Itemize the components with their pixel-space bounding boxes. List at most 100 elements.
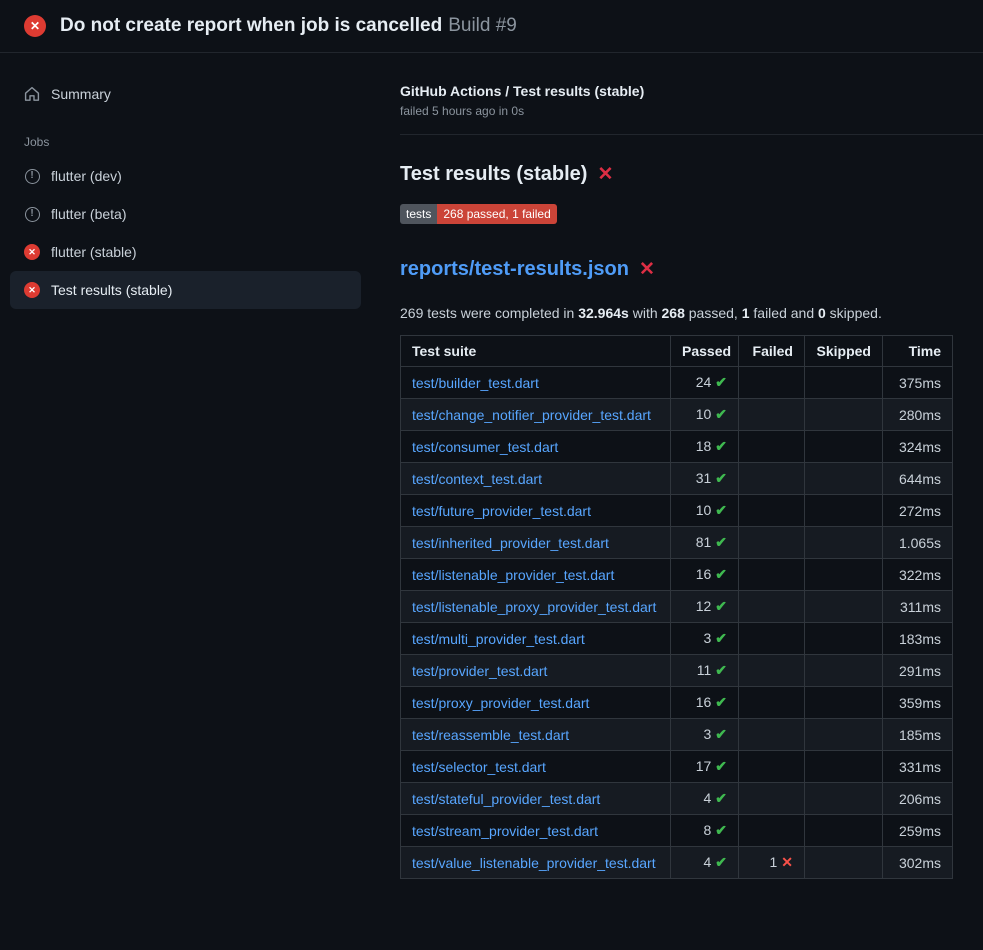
failed-cell [739, 495, 805, 527]
suite-link[interactable]: test/stateful_provider_test.dart [412, 791, 600, 807]
test-table-body: test/builder_test.dart 24✔ 375ms test/ch… [401, 367, 953, 879]
pass-check-icon: ✔ [715, 566, 727, 582]
summary-text: failed and [750, 305, 819, 321]
time-cell: 272ms [883, 495, 953, 527]
time-cell: 359ms [883, 687, 953, 719]
sidebar-item-test-results-stable[interactable]: ✕ Test results (stable) [10, 271, 361, 309]
suite-link[interactable]: test/future_provider_test.dart [412, 503, 591, 519]
skipped-cell [805, 655, 883, 687]
failed-cell [739, 687, 805, 719]
check-run-title-text: Test results (stable) [400, 163, 587, 186]
pass-check-icon: ✔ [715, 822, 727, 838]
table-row: test/context_test.dart 31✔ 644ms [401, 463, 953, 495]
failed-cell [739, 463, 805, 495]
suite-link[interactable]: test/listenable_provider_test.dart [412, 567, 614, 583]
col-header-failed: Failed [739, 336, 805, 367]
suite-cell: test/context_test.dart [401, 463, 671, 495]
failed-cell [739, 655, 805, 687]
suite-link[interactable]: test/listenable_proxy_provider_test.dart [412, 599, 656, 615]
sidebar-item-summary[interactable]: Summary [10, 75, 361, 113]
suite-link[interactable]: test/inherited_provider_test.dart [412, 535, 609, 551]
table-row: test/future_provider_test.dart 10✔ 272ms [401, 495, 953, 527]
test-results-table: Test suite Passed Failed Skipped Time te… [400, 335, 953, 879]
skipped-cell [805, 719, 883, 751]
skipped-cell [805, 623, 883, 655]
pass-check-icon: ✔ [715, 534, 727, 550]
suite-link[interactable]: test/selector_test.dart [412, 759, 546, 775]
failed-cell [739, 719, 805, 751]
summary-text: skipped. [826, 305, 882, 321]
table-row: test/listenable_proxy_provider_test.dart… [401, 591, 953, 623]
tests-badge: tests 268 passed, 1 failed [400, 204, 557, 224]
suite-cell: test/future_provider_test.dart [401, 495, 671, 527]
summary-passed-count: 268 [662, 305, 685, 321]
pass-check-icon: ✔ [715, 694, 727, 710]
fail-x-icon: ✕ [639, 260, 655, 279]
time-cell: 291ms [883, 655, 953, 687]
skipped-cell [805, 527, 883, 559]
suite-cell: test/provider_test.dart [401, 655, 671, 687]
skipped-cell [805, 431, 883, 463]
passed-cell: 4✔ [671, 847, 739, 879]
passed-cell: 31✔ [671, 463, 739, 495]
sidebar-item-flutter-dev[interactable]: ! flutter (dev) [10, 157, 361, 195]
table-row: test/listenable_provider_test.dart 16✔ 3… [401, 559, 953, 591]
sidebar-item-flutter-beta[interactable]: ! flutter (beta) [10, 195, 361, 233]
passed-cell: 3✔ [671, 719, 739, 751]
suite-link[interactable]: test/value_listenable_provider_test.dart [412, 855, 656, 871]
passed-cell: 18✔ [671, 431, 739, 463]
skipped-cell [805, 751, 883, 783]
failed-cell [739, 399, 805, 431]
table-row: test/reassemble_test.dart 3✔ 185ms [401, 719, 953, 751]
suite-link[interactable]: test/stream_provider_test.dart [412, 823, 598, 839]
suite-link[interactable]: test/reassemble_test.dart [412, 727, 569, 743]
breadcrumb: GitHub Actions / Test results (stable) [400, 83, 952, 99]
divider [400, 134, 983, 135]
table-header-row: Test suite Passed Failed Skipped Time [401, 336, 953, 367]
time-cell: 185ms [883, 719, 953, 751]
sidebar-item-flutter-stable[interactable]: ✕ flutter (stable) [10, 233, 361, 271]
suite-link[interactable]: test/builder_test.dart [412, 375, 539, 391]
suite-link[interactable]: test/proxy_provider_test.dart [412, 695, 589, 711]
count: 16 [696, 694, 712, 710]
skipped-cell [805, 815, 883, 847]
failed-cell [739, 431, 805, 463]
suite-link[interactable]: test/consumer_test.dart [412, 439, 558, 455]
page-title-wrap: Do not create report when job is cancell… [60, 15, 517, 37]
summary-text: with [629, 305, 662, 321]
table-row: test/multi_provider_test.dart 3✔ 183ms [401, 623, 953, 655]
summary-text: 269 tests were completed in [400, 305, 578, 321]
passed-cell: 24✔ [671, 367, 739, 399]
passed-cell: 12✔ [671, 591, 739, 623]
suite-link[interactable]: test/multi_provider_test.dart [412, 631, 585, 647]
pass-check-icon: ✔ [715, 630, 727, 646]
report-file-heading[interactable]: reports/test-results.json ✕ [400, 258, 952, 281]
sidebar-item-label: flutter (stable) [51, 244, 137, 260]
suite-cell: test/consumer_test.dart [401, 431, 671, 463]
table-row: test/stateful_provider_test.dart 4✔ 206m… [401, 783, 953, 815]
skipped-cell [805, 783, 883, 815]
count: 16 [696, 566, 712, 582]
time-cell: 322ms [883, 559, 953, 591]
col-header-time: Time [883, 336, 953, 367]
suite-link[interactable]: test/change_notifier_provider_test.dart [412, 407, 651, 423]
neutral-status-icon: ! [24, 168, 40, 184]
time-cell: 375ms [883, 367, 953, 399]
failed-cell [739, 751, 805, 783]
count: 31 [696, 470, 712, 486]
failed-status-icon: ✕ [24, 282, 40, 298]
suite-link[interactable]: test/context_test.dart [412, 471, 542, 487]
suite-link[interactable]: test/provider_test.dart [412, 663, 547, 679]
count: 18 [696, 438, 712, 454]
suite-cell: test/reassemble_test.dart [401, 719, 671, 751]
sidebar-item-label: Test results (stable) [51, 282, 172, 298]
time-cell: 311ms [883, 591, 953, 623]
run-status-line: failed 5 hours ago in 0s [400, 104, 952, 118]
pass-check-icon: ✔ [715, 470, 727, 486]
passed-cell: 10✔ [671, 495, 739, 527]
report-file-link[interactable]: reports/test-results.json [400, 258, 629, 281]
jobs-section-label: Jobs [24, 135, 347, 149]
neutral-status-icon: ! [24, 206, 40, 222]
pass-check-icon: ✔ [715, 438, 727, 454]
pass-check-icon: ✔ [715, 598, 727, 614]
